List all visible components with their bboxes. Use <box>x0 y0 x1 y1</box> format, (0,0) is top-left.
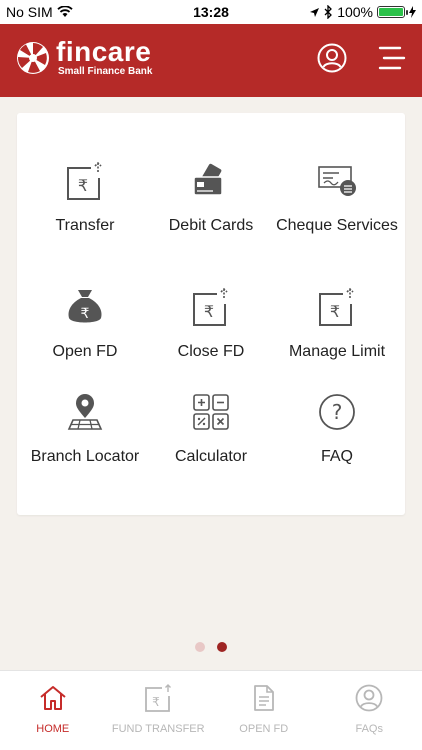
calculator-icon <box>193 394 229 430</box>
location-arrow-icon <box>310 7 320 17</box>
tile-label-close-fd: Close FD <box>177 343 245 360</box>
question-circle-icon: ? <box>319 394 355 430</box>
tile-faq[interactable]: ? FAQ <box>275 392 399 492</box>
transfer-icon: ₹ <box>67 161 102 200</box>
app-header: fincare Small Finance Bank <box>0 24 422 97</box>
tile-label-cheque-services: Cheque Services <box>276 217 398 234</box>
tab-label-faqs: FAQs <box>355 723 383 735</box>
charging-bolt-icon <box>409 6 416 18</box>
map-pin-icon <box>67 394 103 430</box>
svg-text:₹: ₹ <box>78 176 88 195</box>
svg-text:₹: ₹ <box>152 695 160 709</box>
user-circle-icon <box>355 684 383 712</box>
brand-name: fincare <box>56 36 152 67</box>
status-bar: No SIM 13:28 100% <box>0 0 422 24</box>
tab-faqs[interactable]: FAQs <box>317 671 422 750</box>
tile-open-fd[interactable]: ₹ Open FD <box>23 287 147 387</box>
tile-transfer[interactable]: ₹ Transfer <box>23 161 147 261</box>
tile-branch-locator[interactable]: Branch Locator <box>23 392 147 492</box>
tab-label-fund-transfer: FUND TRANSFER <box>111 723 205 735</box>
status-left: No SIM <box>6 4 73 20</box>
bluetooth-icon <box>324 5 333 19</box>
money-bag-icon: ₹ <box>68 290 102 323</box>
wifi-icon <box>57 6 73 17</box>
tile-debit-cards[interactable]: Debit Cards <box>149 161 273 261</box>
carrier-label: No SIM <box>6 4 53 20</box>
page-dot-1[interactable] <box>195 642 205 652</box>
manage-limit-icon: ₹ <box>319 287 354 326</box>
brand-logo: fincare Small Finance Bank <box>16 38 152 78</box>
tile-manage-limit[interactable]: ₹ Manage Limit <box>275 287 399 387</box>
battery-level-fill <box>379 8 403 16</box>
debit-cards-icon <box>193 163 223 196</box>
tile-label-calculator: Calculator <box>174 448 248 465</box>
svg-text:₹: ₹ <box>330 302 340 321</box>
tile-label-manage-limit: Manage Limit <box>288 343 386 360</box>
svg-text:₹: ₹ <box>204 302 214 321</box>
tile-label-open-fd: Open FD <box>52 343 118 360</box>
page-indicator <box>0 642 422 652</box>
brand-tagline: Small Finance Bank <box>58 66 153 77</box>
tile-label-branch-locator: Branch Locator <box>30 448 140 465</box>
tile-cheque-services[interactable]: Cheque Services <box>275 161 399 261</box>
profile-icon[interactable] <box>316 42 348 74</box>
tile-calculator[interactable]: Calculator <box>149 392 273 492</box>
tile-label-faq: FAQ <box>320 448 353 465</box>
svg-text:₹: ₹ <box>81 306 90 322</box>
document-icon <box>253 685 274 711</box>
tile-label-transfer: Transfer <box>55 217 115 234</box>
tab-open-fd[interactable]: OPEN FD <box>211 671 317 750</box>
battery-icon <box>377 6 408 18</box>
tile-close-fd[interactable]: ₹ Close FD <box>149 287 273 387</box>
tab-label-home: HOME <box>36 723 70 735</box>
fund-transfer-icon: ₹ <box>145 684 172 712</box>
home-icon <box>40 686 66 710</box>
battery-percent: 100% <box>337 4 373 20</box>
page-dot-2[interactable] <box>217 642 227 652</box>
brand-text: fincare Small Finance Bank <box>56 38 152 78</box>
close-fd-icon: ₹ <box>193 287 228 326</box>
bottom-tab-bar: HOME ₹ FUND TRANSFER OPEN FD FAQs <box>0 670 422 750</box>
status-right: 100% <box>309 4 416 20</box>
cheque-icon <box>318 166 356 196</box>
logo-swirl-icon <box>17 42 49 74</box>
menu-icon[interactable] <box>376 42 408 74</box>
tab-fund-transfer[interactable]: ₹ FUND TRANSFER <box>106 671 212 750</box>
tile-label-debit-cards: Debit Cards <box>168 217 254 234</box>
svg-text:?: ? <box>332 400 343 424</box>
services-card: ₹ Transfer Debit Cards Cheque Services ₹ <box>17 113 405 515</box>
tab-label-open-fd: OPEN FD <box>239 723 289 735</box>
tab-home[interactable]: HOME <box>0 671 106 750</box>
